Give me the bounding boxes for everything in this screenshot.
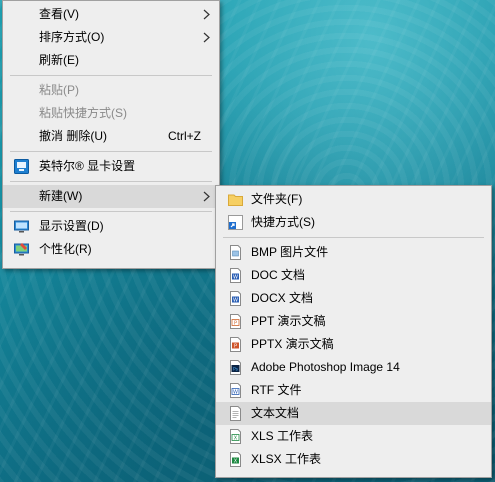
menu-separator: [10, 211, 212, 212]
keyboard-shortcut: Ctrl+Z: [168, 129, 201, 143]
new-submenu: 文件夹(F) 快捷方式(S) BMP 图片文件 W DOC 文档 W DOCX …: [215, 185, 492, 478]
menu-item-label: DOC 文档: [251, 268, 306, 282]
personalize-icon: [14, 243, 29, 256]
menu-item-label: Adobe Photoshop Image 14: [251, 360, 400, 374]
menu-item-refresh[interactable]: 刷新(E): [3, 49, 219, 72]
menu-item-paste[interactable]: 粘贴(P): [3, 79, 219, 102]
submenu-item-pptx[interactable]: P PPTX 演示文稿: [216, 333, 491, 356]
svg-text:W: W: [233, 275, 238, 281]
menu-item-intel-graphics[interactable]: 英特尔® 显卡设置: [3, 155, 219, 178]
menu-item-label: 排序方式(O): [39, 30, 105, 44]
menu-item-label: 粘贴(P): [39, 83, 79, 97]
chevron-right-icon: [203, 9, 210, 20]
menu-item-view[interactable]: 查看(V): [3, 3, 219, 26]
word-docx-icon: W: [230, 291, 241, 306]
svg-text:P: P: [234, 321, 237, 327]
menu-item-display-settings[interactable]: 显示设置(D): [3, 215, 219, 238]
submenu-item-docx[interactable]: W DOCX 文档: [216, 287, 491, 310]
intel-graphics-icon: [14, 159, 29, 174]
menu-item-label: 快捷方式(S): [251, 215, 315, 229]
menu-separator: [223, 237, 484, 238]
menu-item-label: 刷新(E): [39, 53, 79, 67]
submenu-item-xlsx[interactable]: X XLSX 工作表: [216, 448, 491, 471]
menu-item-label: 撤消 删除(U): [39, 129, 107, 143]
menu-item-sort[interactable]: 排序方式(O): [3, 26, 219, 49]
menu-item-label: 个性化(R): [39, 242, 92, 256]
menu-item-label: 显示设置(D): [39, 219, 104, 233]
text-file-icon: [230, 406, 241, 421]
submenu-item-ppt[interactable]: P PPT 演示文稿: [216, 310, 491, 333]
menu-item-label: PPTX 演示文稿: [251, 337, 334, 351]
svg-text:X: X: [234, 436, 238, 442]
menu-item-label: RTF 文件: [251, 383, 302, 397]
photoshop-file-icon: Ps: [230, 360, 241, 375]
menu-item-paste-shortcut[interactable]: 粘贴快捷方式(S): [3, 102, 219, 125]
bmp-file-icon: [230, 245, 241, 260]
submenu-item-txt[interactable]: 文本文档: [216, 402, 491, 425]
menu-item-label: PPT 演示文稿: [251, 314, 326, 328]
menu-item-label: XLSX 工作表: [251, 452, 322, 466]
menu-item-new[interactable]: 新建(W): [3, 185, 219, 208]
pptx-file-icon: P: [230, 337, 241, 352]
folder-icon: [228, 194, 243, 206]
submenu-item-xls[interactable]: X XLS 工作表: [216, 425, 491, 448]
menu-item-label: 查看(V): [39, 7, 79, 21]
menu-item-personalize[interactable]: 个性化(R): [3, 238, 219, 261]
submenu-item-shortcut[interactable]: 快捷方式(S): [216, 211, 491, 234]
svg-text:X: X: [234, 459, 238, 465]
menu-item-label: 文件夹(F): [251, 192, 303, 206]
submenu-item-bmp[interactable]: BMP 图片文件: [216, 241, 491, 264]
menu-item-label: 英特尔® 显卡设置: [39, 159, 136, 173]
chevron-right-icon: [203, 191, 210, 202]
menu-item-label: 文本文档: [251, 406, 300, 420]
menu-separator: [10, 75, 212, 76]
chevron-right-icon: [203, 32, 210, 43]
desktop-context-menu: 查看(V) 排序方式(O) 刷新(E) 粘贴(P) 粘贴快捷方式(S) 撤消 删…: [2, 0, 220, 269]
menu-separator: [10, 151, 212, 152]
menu-item-label: 新建(W): [39, 189, 83, 203]
xlsx-file-icon: X: [230, 452, 241, 467]
submenu-item-rtf[interactable]: W RTF 文件: [216, 379, 491, 402]
menu-separator: [10, 181, 212, 182]
svg-text:Ps: Ps: [233, 367, 239, 373]
submenu-item-folder[interactable]: 文件夹(F): [216, 188, 491, 211]
menu-item-label: XLS 工作表: [251, 429, 314, 443]
ppt-file-icon: P: [230, 314, 241, 329]
rtf-file-icon: W: [230, 383, 241, 398]
display-settings-icon: [14, 220, 29, 233]
xls-file-icon: X: [230, 429, 241, 444]
menu-item-label: DOCX 文档: [251, 291, 314, 305]
svg-text:P: P: [234, 344, 237, 350]
svg-text:W: W: [233, 298, 238, 304]
svg-text:W: W: [233, 390, 238, 396]
shortcut-icon: [228, 215, 243, 230]
submenu-item-doc[interactable]: W DOC 文档: [216, 264, 491, 287]
word-doc-icon: W: [230, 268, 241, 283]
menu-item-label: BMP 图片文件: [251, 245, 329, 259]
submenu-item-psd[interactable]: Ps Adobe Photoshop Image 14: [216, 356, 491, 379]
menu-item-undo-delete[interactable]: 撤消 删除(U) Ctrl+Z: [3, 125, 219, 148]
menu-item-label: 粘贴快捷方式(S): [39, 106, 127, 120]
